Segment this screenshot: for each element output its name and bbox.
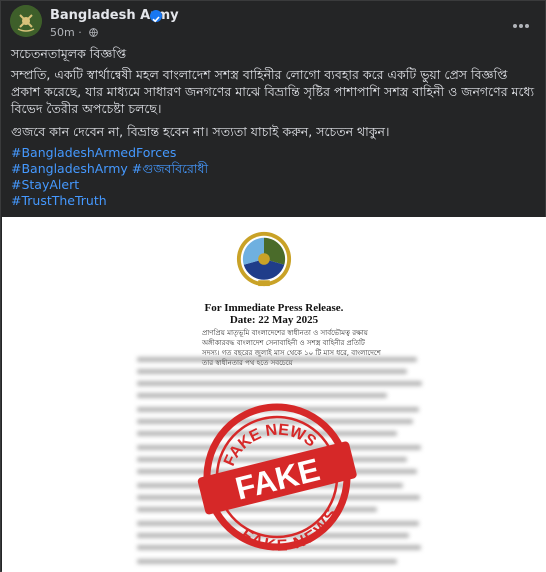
svg-text:FAKE NEWS: FAKE NEWS [235,503,347,557]
hashtag-link[interactable]: #TrustTheTruth [11,193,208,209]
post-time[interactable]: 50m [50,26,75,39]
army-logo-icon [10,5,42,37]
post-paragraph-2: গুজবে কান দেবেন না, বিভ্রান্ত হবেন না। স… [11,124,390,139]
fake-news-stamp: FAKE NEWS FAKE NEWS FAKE [197,403,357,557]
post-meta: 50m · [50,26,99,39]
post-title: সচেতনতামূলক বিজ্ঞপ্তি [11,46,127,61]
hashtag-list: #BangladeshArmedForces #BangladeshArmy #… [11,145,208,209]
release-date: Date: 22 May 2025 [229,314,319,326]
hashtag-link[interactable]: #BangladeshArmy [11,161,128,176]
stamp-main-text: FAKE [232,451,324,507]
post-header: Bangladesh Army 50m · [1,1,546,41]
globe-icon [89,28,99,37]
verified-badge-icon [150,10,162,23]
facebook-post: Bangladesh Army 50m · সচেতনতামূলক বিজ্ঞপ… [0,0,546,572]
hashtag-link[interactable]: #গুজববিরোধী [132,161,208,176]
release-heading: For Immediate Press Release. [204,302,344,314]
hashtag-link[interactable]: #StayAlert [11,177,208,193]
stamp-bottom-text: FAKE NEWS [235,503,347,557]
post-image[interactable]: For Immediate Press Release. Date: 22 Ma… [2,217,546,572]
hashtag-link[interactable]: #BangladeshArmedForces [11,145,208,161]
page-avatar[interactable] [10,5,42,37]
more-options-icon[interactable] [513,13,533,28]
armed-forces-emblem-icon [236,231,292,287]
post-paragraph-1: সম্প্রতি, একটি স্বার্থান্বেষী মহল বাংলাদ… [11,67,535,116]
